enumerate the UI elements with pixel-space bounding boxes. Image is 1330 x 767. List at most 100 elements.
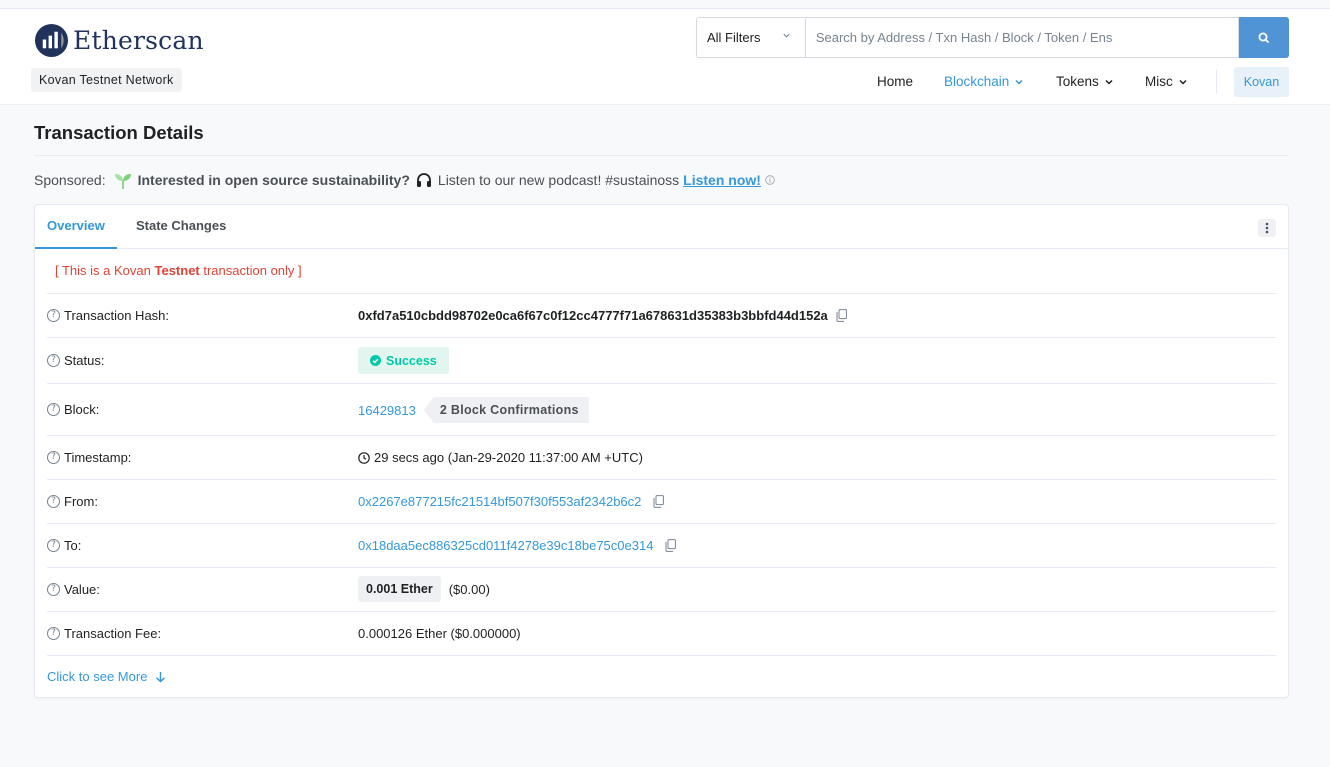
sprout-icon [114, 174, 131, 189]
help-icon[interactable]: ? [47, 451, 60, 464]
notice-prefix: [ This is a Kovan [55, 263, 155, 278]
site-header: Etherscan Kovan Testnet Network All Filt… [0, 9, 1330, 105]
nav-home-label: Home [877, 74, 914, 89]
search-input[interactable] [804, 17, 1240, 58]
title-divider [34, 155, 1288, 156]
row-from: ? From: 0x2267e877215fc21514bf507f30f553… [47, 479, 1276, 523]
help-icon[interactable]: ? [47, 627, 60, 640]
help-icon[interactable]: ? [47, 495, 60, 508]
transaction-card: Overview State Changes [ This is a Kovan… [34, 204, 1289, 698]
nav-blockchain[interactable]: Blockchain [944, 70, 1023, 94]
arrow-down-icon [156, 671, 166, 682]
see-more-link[interactable]: Click to see More [47, 669, 166, 684]
fee-text: 0.000126 Ether ($0.000000) [358, 626, 521, 641]
row-value: ? Value: 0.001 Ether ($0.00) [47, 567, 1276, 611]
fee-label: ? Transaction Fee: [47, 626, 161, 641]
more-vertical-icon [1265, 222, 1269, 234]
nav-home[interactable]: Home [877, 70, 913, 94]
notice-bold: Testnet [154, 263, 200, 278]
help-icon[interactable]: ? [47, 583, 60, 596]
brand-name: Etherscan [73, 25, 204, 55]
row-status: ? Status: Success [47, 337, 1276, 383]
check-circle-icon [370, 355, 381, 366]
help-icon[interactable]: ? [47, 354, 60, 367]
from-label: ? From: [47, 494, 98, 509]
chevron-down-icon [1015, 79, 1023, 85]
hash-label-text: Transaction Hash: [64, 308, 170, 323]
from-label-text: From: [64, 494, 98, 509]
search-filter-label: All Filters [707, 30, 761, 45]
sponsor-link[interactable]: Listen now! [683, 172, 761, 188]
row-timestamp: ? Timestamp: 29 secs ago (Jan-29-2020 11… [47, 435, 1276, 479]
to-address-link[interactable]: 0x18daa5ec886325cd011f4278e39c18be75c0e3… [358, 538, 653, 553]
hash-label: ? Transaction Hash: [47, 308, 169, 323]
tab-overview[interactable]: Overview [35, 205, 117, 249]
tab-bar: Overview State Changes [35, 205, 1288, 249]
nav-divider [1216, 70, 1217, 94]
sponsored-label: Sponsored: [34, 172, 106, 188]
status-label-text: Status: [64, 353, 105, 368]
value-usd: ($0.00) [448, 581, 490, 597]
chevron-down-icon [1179, 79, 1187, 85]
nav-tokens-label: Tokens [1056, 74, 1099, 89]
value-value: 0.001 Ether ($0.00) [358, 576, 490, 602]
hash-value: 0xfd7a510cbdd98702e0ca6f67c0f12cc4777f71… [358, 308, 847, 323]
see-more-label: Click to see More [47, 669, 148, 684]
timestamp-label-text: Timestamp: [64, 450, 132, 465]
value-ether-badge: 0.001 Ether [358, 576, 441, 602]
headphones-icon [416, 173, 431, 187]
search-filter-select[interactable]: All Filters [696, 17, 805, 58]
to-label: ? To: [47, 538, 81, 553]
copy-icon[interactable] [665, 539, 677, 552]
value-label: ? Value: [47, 582, 100, 597]
etherscan-logo[interactable]: Etherscan [34, 22, 204, 58]
transaction-hash[interactable]: 0xfd7a510cbdd98702e0ca6f67c0f12cc4777f71… [358, 308, 828, 323]
nav-misc[interactable]: Misc [1145, 70, 1187, 94]
copy-icon[interactable] [653, 495, 665, 508]
block-label-text: Block: [64, 402, 100, 417]
confirmations-badge: 2 Block Confirmations [423, 397, 589, 423]
nav-tokens[interactable]: Tokens [1056, 70, 1113, 94]
more-options-button[interactable] [1258, 219, 1276, 237]
sponsor-headline: Interested in open source sustainability… [137, 172, 410, 188]
status-value: Success [358, 347, 449, 374]
status-label: ? Status: [47, 353, 104, 368]
row-transaction-fee: ? Transaction Fee: 0.000126 Ether ($0.00… [47, 611, 1276, 655]
block-value: 16429813 2 Block Confirmations [358, 397, 589, 423]
etherscan-logo-icon [34, 23, 69, 57]
main-nav: Home Blockchain Tokens Misc Kovan [0, 67, 1330, 100]
notice-suffix: transaction only ] [199, 263, 302, 278]
block-number-link[interactable]: 16429813 [358, 403, 416, 418]
fee-value: 0.000126 Ether ($0.000000) [358, 626, 521, 641]
timestamp-text: 29 secs ago (Jan-29-2020 11:37:00 AM +UT… [374, 450, 643, 465]
search-bar: All Filters [696, 17, 1289, 58]
tab-state-changes[interactable]: State Changes [136, 205, 226, 249]
search-button[interactable] [1239, 17, 1289, 58]
page-title: Transaction Details [34, 122, 204, 143]
nav-blockchain-label: Blockchain [944, 74, 1010, 89]
row-block: ? Block: 16429813 2 Block Confirmations [47, 383, 1276, 435]
from-value: 0x2267e877215fc21514bf507f30f553af2342b6… [358, 494, 665, 509]
value-label-text: Value: [64, 582, 100, 597]
to-value: 0x18daa5ec886325cd011f4278e39c18be75c0e3… [358, 538, 677, 553]
search-icon [1258, 32, 1270, 43]
copy-icon[interactable] [836, 309, 847, 322]
nav-misc-label: Misc [1145, 74, 1173, 89]
sponsor-text: Listen to our new podcast! #sustainoss [437, 172, 680, 188]
chevron-down-icon [1105, 79, 1113, 85]
timestamp-value: 29 secs ago (Jan-29-2020 11:37:00 AM +UT… [358, 450, 643, 465]
fee-label-text: Transaction Fee: [64, 626, 162, 641]
testnet-notice: [ This is a Kovan Testnet transaction on… [55, 263, 302, 278]
help-icon[interactable]: ? [47, 403, 60, 416]
network-switch-button[interactable]: Kovan [1234, 67, 1289, 97]
from-address-link[interactable]: 0x2267e877215fc21514bf507f30f553af2342b6… [358, 494, 641, 509]
chevron-down-icon [783, 33, 790, 38]
help-icon[interactable]: ? [47, 309, 60, 322]
info-icon[interactable] [765, 175, 775, 185]
help-icon[interactable]: ? [47, 539, 60, 552]
clock-icon [358, 451, 370, 464]
status-badge: Success [358, 347, 449, 374]
timestamp-label: ? Timestamp: [47, 450, 131, 465]
to-label-text: To: [64, 538, 82, 553]
status-text: Success [386, 353, 437, 368]
